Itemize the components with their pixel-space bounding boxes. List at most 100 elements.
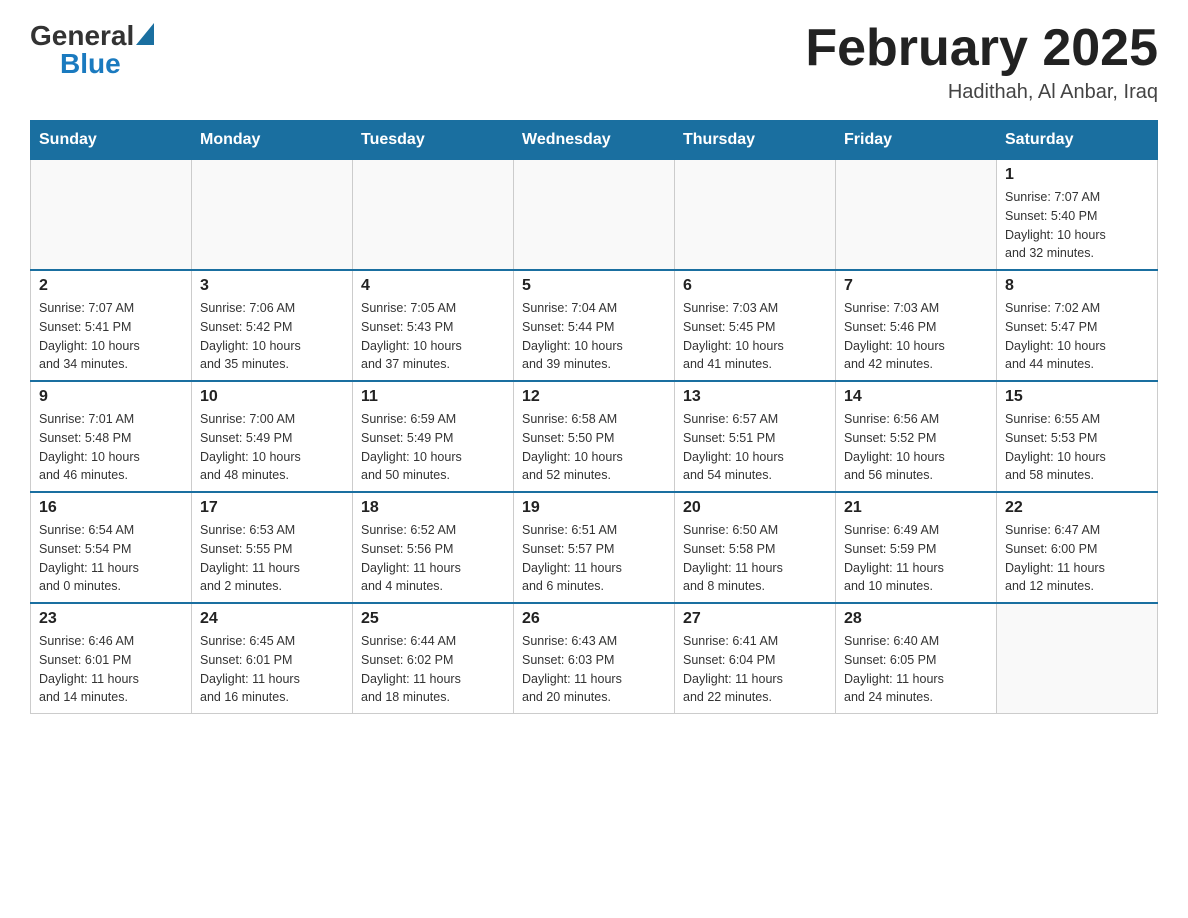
day-info: Sunrise: 6:41 AM Sunset: 6:04 PM Dayligh… xyxy=(683,632,827,707)
calendar-cell: 9 Sunrise: 7:01 AM Sunset: 5:48 PM Daylig… xyxy=(31,381,192,492)
day-info: Sunrise: 6:56 AM Sunset: 5:52 PM Dayligh… xyxy=(844,410,988,485)
calendar-cell: 6 Sunrise: 7:03 AM Sunset: 5:45 PM Daylig… xyxy=(675,270,836,381)
calendar-header-saturday: Saturday xyxy=(997,121,1158,160)
day-number: 25 xyxy=(361,610,505,628)
calendar-cell: 17 Sunrise: 6:53 AM Sunset: 5:55 PM Dayli… xyxy=(192,492,353,603)
day-info: Sunrise: 7:02 AM Sunset: 5:47 PM Dayligh… xyxy=(1005,299,1149,374)
calendar-cell: 16 Sunrise: 6:54 AM Sunset: 5:54 PM Dayli… xyxy=(31,492,192,603)
calendar-cell: 15 Sunrise: 6:55 AM Sunset: 5:53 PM Dayli… xyxy=(997,381,1158,492)
day-info: Sunrise: 6:51 AM Sunset: 5:57 PM Dayligh… xyxy=(522,521,666,596)
calendar-week-row: 16 Sunrise: 6:54 AM Sunset: 5:54 PM Dayli… xyxy=(31,492,1158,603)
day-info: Sunrise: 7:07 AM Sunset: 5:41 PM Dayligh… xyxy=(39,299,183,374)
calendar-cell: 24 Sunrise: 6:45 AM Sunset: 6:01 PM Dayli… xyxy=(192,603,353,714)
calendar-cell: 27 Sunrise: 6:41 AM Sunset: 6:04 PM Dayli… xyxy=(675,603,836,714)
page-header: General Blue February 2025 Hadithah, Al … xyxy=(30,20,1158,104)
calendar-cell xyxy=(353,160,514,271)
calendar-cell xyxy=(675,160,836,271)
day-number: 13 xyxy=(683,388,827,406)
day-number: 15 xyxy=(1005,388,1149,406)
day-info: Sunrise: 7:07 AM Sunset: 5:40 PM Dayligh… xyxy=(1005,188,1149,263)
calendar-cell: 28 Sunrise: 6:40 AM Sunset: 6:05 PM Dayli… xyxy=(836,603,997,714)
day-number: 23 xyxy=(39,610,183,628)
calendar-cell: 12Sunrise: 6:58 AM Sunset: 5:50 PM Dayli… xyxy=(514,381,675,492)
calendar-cell xyxy=(997,603,1158,714)
calendar-cell: 21 Sunrise: 6:49 AM Sunset: 5:59 PM Dayli… xyxy=(836,492,997,603)
day-info: Sunrise: 7:01 AM Sunset: 5:48 PM Dayligh… xyxy=(39,410,183,485)
calendar-table: SundayMondayTuesdayWednesdayThursdayFrid… xyxy=(30,120,1158,714)
calendar-cell xyxy=(31,160,192,271)
day-number: 14 xyxy=(844,388,988,406)
calendar-cell: 13Sunrise: 6:57 AM Sunset: 5:51 PM Dayli… xyxy=(675,381,836,492)
day-info: Sunrise: 6:54 AM Sunset: 5:54 PM Dayligh… xyxy=(39,521,183,596)
day-number: 17 xyxy=(200,499,344,517)
day-info: Sunrise: 6:40 AM Sunset: 6:05 PM Dayligh… xyxy=(844,632,988,707)
day-info: Sunrise: 6:59 AM Sunset: 5:49 PM Dayligh… xyxy=(361,410,505,485)
calendar-week-row: 1 Sunrise: 7:07 AM Sunset: 5:40 PM Daylig… xyxy=(31,160,1158,271)
day-info: Sunrise: 7:04 AM Sunset: 5:44 PM Dayligh… xyxy=(522,299,666,374)
calendar-cell: 1 Sunrise: 7:07 AM Sunset: 5:40 PM Daylig… xyxy=(997,160,1158,271)
calendar-cell: 20 Sunrise: 6:50 AM Sunset: 5:58 PM Dayli… xyxy=(675,492,836,603)
day-number: 16 xyxy=(39,499,183,517)
day-info: Sunrise: 6:53 AM Sunset: 5:55 PM Dayligh… xyxy=(200,521,344,596)
day-info: Sunrise: 6:55 AM Sunset: 5:53 PM Dayligh… xyxy=(1005,410,1149,485)
logo-triangle-icon xyxy=(136,23,154,45)
day-number: 6 xyxy=(683,277,827,295)
day-info: Sunrise: 7:06 AM Sunset: 5:42 PM Dayligh… xyxy=(200,299,344,374)
calendar-cell xyxy=(514,160,675,271)
day-info: Sunrise: 6:46 AM Sunset: 6:01 PM Dayligh… xyxy=(39,632,183,707)
day-number: 20 xyxy=(683,499,827,517)
day-number: 24 xyxy=(200,610,344,628)
day-number: 9 xyxy=(39,388,183,406)
calendar-cell: 2 Sunrise: 7:07 AM Sunset: 5:41 PM Daylig… xyxy=(31,270,192,381)
calendar-header-monday: Monday xyxy=(192,121,353,160)
calendar-subtitle: Hadithah, Al Anbar, Iraq xyxy=(805,81,1158,104)
day-info: Sunrise: 6:47 AM Sunset: 6:00 PM Dayligh… xyxy=(1005,521,1149,596)
logo-blue-text: Blue xyxy=(60,48,121,80)
day-number: 22 xyxy=(1005,499,1149,517)
day-number: 21 xyxy=(844,499,988,517)
calendar-cell: 10 Sunrise: 7:00 AM Sunset: 5:49 PM Dayli… xyxy=(192,381,353,492)
day-number: 10 xyxy=(200,388,344,406)
calendar-header-row: SundayMondayTuesdayWednesdayThursdayFrid… xyxy=(31,121,1158,160)
day-number: 19 xyxy=(522,499,666,517)
calendar-header-tuesday: Tuesday xyxy=(353,121,514,160)
day-number: 1 xyxy=(1005,166,1149,184)
calendar-cell: 5 Sunrise: 7:04 AM Sunset: 5:44 PM Daylig… xyxy=(514,270,675,381)
calendar-header-sunday: Sunday xyxy=(31,121,192,160)
day-number: 2 xyxy=(39,277,183,295)
calendar-header-friday: Friday xyxy=(836,121,997,160)
day-info: Sunrise: 7:03 AM Sunset: 5:45 PM Dayligh… xyxy=(683,299,827,374)
calendar-cell: 4 Sunrise: 7:05 AM Sunset: 5:43 PM Daylig… xyxy=(353,270,514,381)
day-number: 18 xyxy=(361,499,505,517)
calendar-week-row: 9 Sunrise: 7:01 AM Sunset: 5:48 PM Daylig… xyxy=(31,381,1158,492)
day-number: 5 xyxy=(522,277,666,295)
calendar-cell: 8 Sunrise: 7:02 AM Sunset: 5:47 PM Daylig… xyxy=(997,270,1158,381)
calendar-cell: 26 Sunrise: 6:43 AM Sunset: 6:03 PM Dayli… xyxy=(514,603,675,714)
day-number: 26 xyxy=(522,610,666,628)
calendar-cell: 23 Sunrise: 6:46 AM Sunset: 6:01 PM Dayli… xyxy=(31,603,192,714)
day-number: 7 xyxy=(844,277,988,295)
title-section: February 2025 Hadithah, Al Anbar, Iraq xyxy=(805,20,1158,104)
day-number: 4 xyxy=(361,277,505,295)
day-info: Sunrise: 6:50 AM Sunset: 5:58 PM Dayligh… xyxy=(683,521,827,596)
calendar-week-row: 2 Sunrise: 7:07 AM Sunset: 5:41 PM Daylig… xyxy=(31,270,1158,381)
day-info: Sunrise: 6:43 AM Sunset: 6:03 PM Dayligh… xyxy=(522,632,666,707)
calendar-cell: 22 Sunrise: 6:47 AM Sunset: 6:00 PM Dayli… xyxy=(997,492,1158,603)
day-info: Sunrise: 7:05 AM Sunset: 5:43 PM Dayligh… xyxy=(361,299,505,374)
day-info: Sunrise: 7:03 AM Sunset: 5:46 PM Dayligh… xyxy=(844,299,988,374)
calendar-cell: 18 Sunrise: 6:52 AM Sunset: 5:56 PM Dayli… xyxy=(353,492,514,603)
calendar-cell: 7 Sunrise: 7:03 AM Sunset: 5:46 PM Daylig… xyxy=(836,270,997,381)
calendar-cell: 19 Sunrise: 6:51 AM Sunset: 5:57 PM Dayli… xyxy=(514,492,675,603)
day-info: Sunrise: 6:44 AM Sunset: 6:02 PM Dayligh… xyxy=(361,632,505,707)
day-info: Sunrise: 6:45 AM Sunset: 6:01 PM Dayligh… xyxy=(200,632,344,707)
day-info: Sunrise: 7:00 AM Sunset: 5:49 PM Dayligh… xyxy=(200,410,344,485)
day-info: Sunrise: 6:58 AM Sunset: 5:50 PM Dayligh… xyxy=(522,410,666,485)
day-number: 8 xyxy=(1005,277,1149,295)
day-info: Sunrise: 6:49 AM Sunset: 5:59 PM Dayligh… xyxy=(844,521,988,596)
day-number: 27 xyxy=(683,610,827,628)
day-number: 11 xyxy=(361,388,505,406)
calendar-cell xyxy=(192,160,353,271)
calendar-cell: 14 Sunrise: 6:56 AM Sunset: 5:52 PM Dayli… xyxy=(836,381,997,492)
day-number: 28 xyxy=(844,610,988,628)
day-info: Sunrise: 6:52 AM Sunset: 5:56 PM Dayligh… xyxy=(361,521,505,596)
